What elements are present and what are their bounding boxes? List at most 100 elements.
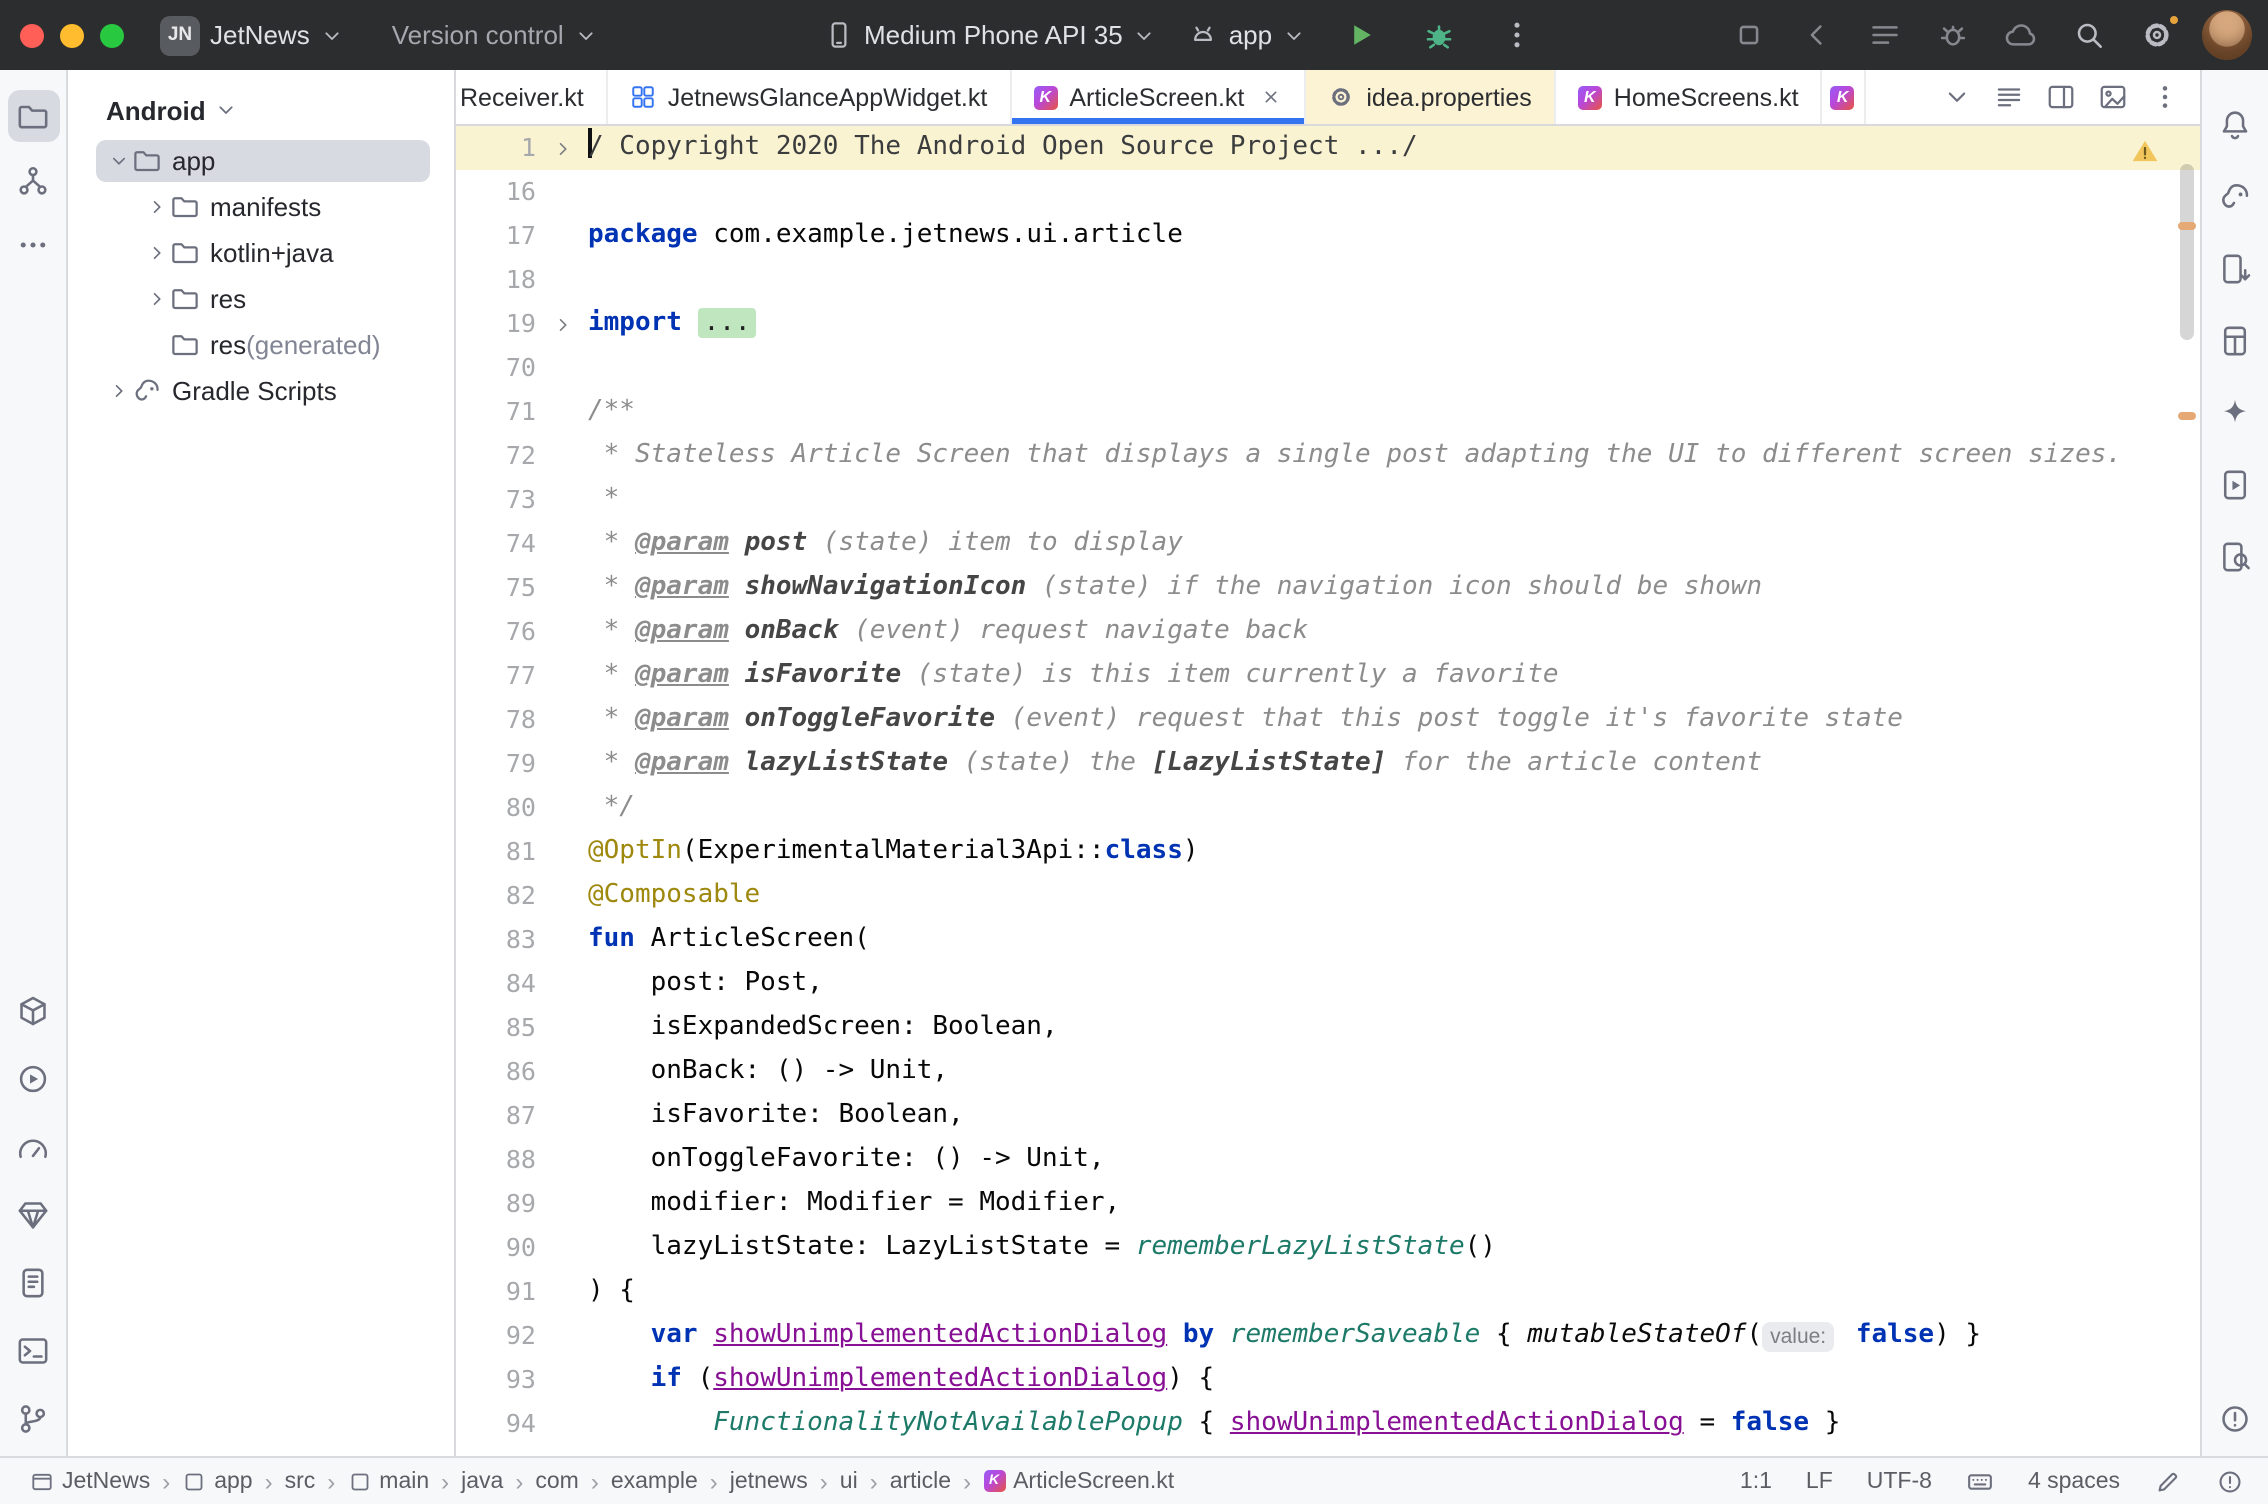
sync-button[interactable] bbox=[1998, 12, 2044, 58]
more-run-actions-button[interactable] bbox=[1494, 12, 1540, 58]
chevron-down-icon[interactable] bbox=[104, 150, 132, 172]
close-tab-icon[interactable] bbox=[1260, 86, 1282, 108]
tree-item-manifests[interactable]: manifests bbox=[68, 184, 454, 230]
code-line-78[interactable]: 78 * @param onToggleFavorite (event) req… bbox=[456, 698, 2200, 742]
minimize-window-button[interactable] bbox=[60, 23, 84, 47]
keyboard-icon[interactable] bbox=[1966, 1467, 1994, 1495]
code-line-75[interactable]: 75 * @param showNavigationIcon (state) i… bbox=[456, 566, 2200, 610]
tab-overflow-stub[interactable] bbox=[1823, 70, 1867, 124]
code-line-70[interactable]: 70 bbox=[456, 346, 2200, 390]
tree-item-res-generated[interactable]: res (generated) bbox=[68, 322, 454, 368]
file-encoding[interactable]: UTF-8 bbox=[1867, 1469, 1932, 1493]
chevron-right-icon[interactable] bbox=[142, 196, 170, 218]
editor-scrollbar[interactable] bbox=[2180, 164, 2194, 340]
code-line-84[interactable]: 84 post: Post, bbox=[456, 962, 2200, 1006]
logcat-tool-button[interactable] bbox=[7, 1256, 59, 1308]
breadcrumb-ui[interactable]: ui bbox=[834, 1469, 864, 1493]
run-config-selector[interactable]: app bbox=[1189, 20, 1306, 50]
more-tool-button[interactable] bbox=[7, 218, 59, 270]
preview-image-button[interactable] bbox=[2098, 82, 2128, 112]
chevron-down-button[interactable] bbox=[1942, 82, 1972, 112]
problems-icon[interactable] bbox=[2216, 1467, 2244, 1495]
breadcrumb-jetnews[interactable]: jetnews bbox=[724, 1469, 814, 1493]
fold-marker-icon[interactable] bbox=[536, 313, 588, 335]
code-line-73[interactable]: 73 * bbox=[456, 478, 2200, 522]
tab-idea-properties[interactable]: idea.properties bbox=[1306, 70, 1555, 124]
code-line-88[interactable]: 88 onToggleFavorite: () -> Unit, bbox=[456, 1138, 2200, 1182]
kebab-button[interactable] bbox=[2150, 82, 2180, 112]
code-line-93[interactable]: 93 if (showUnimplementedActionDialog) { bbox=[456, 1358, 2200, 1402]
code-line-80[interactable]: 80 */ bbox=[456, 786, 2200, 830]
split-editor-button[interactable] bbox=[2046, 82, 2076, 112]
structure-tool-button[interactable] bbox=[7, 154, 59, 206]
caret-position[interactable]: 1:1 bbox=[1740, 1469, 1772, 1493]
tab-articlescreen-kt[interactable]: ArticleScreen.kt bbox=[1011, 70, 1306, 124]
run-tool-tool-button[interactable] bbox=[7, 1052, 59, 1104]
tab-receiver-kt[interactable]: Receiver.kt bbox=[456, 70, 608, 124]
code-line-17[interactable]: 17package com.example.jetnews.ui.article bbox=[456, 214, 2200, 258]
project-view-selector[interactable]: Android bbox=[68, 70, 454, 138]
code-line-89[interactable]: 89 modifier: Modifier = Modifier, bbox=[456, 1182, 2200, 1226]
stop-button[interactable] bbox=[1726, 12, 1772, 58]
breadcrumb-articlescreen-kt[interactable]: ArticleScreen.kt bbox=[977, 1469, 1180, 1493]
layout-inspector-tool-button[interactable] bbox=[2209, 314, 2261, 366]
chevron-right-icon[interactable] bbox=[142, 242, 170, 264]
analysis-warning-marker[interactable] bbox=[2178, 412, 2196, 420]
code-line-90[interactable]: 90 lazyListState: LazyListState = rememb… bbox=[456, 1226, 2200, 1270]
edit-lock-icon[interactable] bbox=[2154, 1467, 2182, 1495]
tab-jetnewsglanceappwidget-kt[interactable]: JetnewsGlanceAppWidget.kt bbox=[608, 70, 1012, 124]
breadcrumb-com[interactable]: com bbox=[529, 1469, 584, 1493]
tree-item-res[interactable]: res bbox=[68, 276, 454, 322]
code-line-71[interactable]: 71/** bbox=[456, 390, 2200, 434]
device-selector[interactable]: Medium Phone API 35 bbox=[824, 20, 1157, 50]
code-line-76[interactable]: 76 * @param onBack (event) request navig… bbox=[456, 610, 2200, 654]
breadcrumb-article[interactable]: article bbox=[884, 1469, 957, 1493]
code-line-77[interactable]: 77 * @param isFavorite (state) is this i… bbox=[456, 654, 2200, 698]
code-line-82[interactable]: 82@Composable bbox=[456, 874, 2200, 918]
tree-item-kotlin-java[interactable]: kotlin+java bbox=[68, 230, 454, 276]
profiler-tool-button[interactable] bbox=[7, 1120, 59, 1172]
build-variants-tool-button[interactable] bbox=[7, 984, 59, 1036]
code-editor[interactable]: 1/ Copyright 2020 The Android Open Sourc… bbox=[456, 126, 2200, 1456]
breadcrumb-jetnews[interactable]: JetNews bbox=[24, 1469, 156, 1493]
code-line-94[interactable]: 94 FunctionalityNotAvailablePopup { show… bbox=[456, 1402, 2200, 1446]
git-branch-tool-button[interactable] bbox=[7, 1392, 59, 1444]
search-button[interactable] bbox=[2066, 12, 2112, 58]
breadcrumb-main[interactable]: main bbox=[341, 1469, 435, 1493]
code-line-83[interactable]: 83fun ArticleScreen( bbox=[456, 918, 2200, 962]
vcs-widget[interactable]: Version control bbox=[392, 20, 598, 50]
back-button[interactable] bbox=[1794, 12, 1840, 58]
tree-item-app[interactable]: app bbox=[68, 138, 454, 184]
code-line-85[interactable]: 85 isExpandedScreen: Boolean, bbox=[456, 1006, 2200, 1050]
tab-homescreens-kt[interactable]: HomeScreens.kt bbox=[1556, 70, 1823, 124]
breadcrumb-example[interactable]: example bbox=[605, 1469, 704, 1493]
notifications-bell-tool-button[interactable] bbox=[2209, 98, 2261, 150]
breadcrumb-app[interactable]: app bbox=[176, 1469, 258, 1493]
todo-list-button[interactable] bbox=[1862, 12, 1908, 58]
running-devices-tool-button[interactable] bbox=[2209, 458, 2261, 510]
project-widget[interactable]: JN JetNews bbox=[160, 15, 344, 55]
analysis-warning-marker[interactable] bbox=[2178, 222, 2196, 230]
code-line-92[interactable]: 92 var showUnimplementedActionDialog by … bbox=[456, 1314, 2200, 1358]
code-line-16[interactable]: 16 bbox=[456, 170, 2200, 214]
reader-lines-button[interactable] bbox=[1994, 82, 2024, 112]
problems-tool-button[interactable] bbox=[2209, 1392, 2261, 1444]
gradle-tool-button[interactable] bbox=[2209, 170, 2261, 222]
code-line-72[interactable]: 72 * Stateless Article Screen that displ… bbox=[456, 434, 2200, 478]
code-line-74[interactable]: 74 * @param post (state) item to display bbox=[456, 522, 2200, 566]
chevron-right-icon[interactable] bbox=[104, 380, 132, 402]
code-line-18[interactable]: 18 bbox=[456, 258, 2200, 302]
zoom-window-button[interactable] bbox=[100, 23, 124, 47]
code-line-81[interactable]: 81@OptIn(ExperimentalMaterial3Api::class… bbox=[456, 830, 2200, 874]
device-manager-tool-button[interactable] bbox=[2209, 242, 2261, 294]
chevron-right-icon[interactable] bbox=[142, 288, 170, 310]
project-folder-tool-button[interactable] bbox=[7, 90, 59, 142]
close-window-button[interactable] bbox=[20, 23, 44, 47]
fold-marker-icon[interactable] bbox=[536, 137, 588, 159]
code-line-19[interactable]: 19import ... bbox=[456, 302, 2200, 346]
tree-item-gradle-scripts[interactable]: Gradle Scripts bbox=[68, 368, 454, 414]
breadcrumb-java[interactable]: java bbox=[455, 1469, 509, 1493]
code-line-87[interactable]: 87 isFavorite: Boolean, bbox=[456, 1094, 2200, 1138]
debug-button[interactable] bbox=[1416, 12, 1462, 58]
indent-setting[interactable]: 4 spaces bbox=[2028, 1469, 2120, 1493]
